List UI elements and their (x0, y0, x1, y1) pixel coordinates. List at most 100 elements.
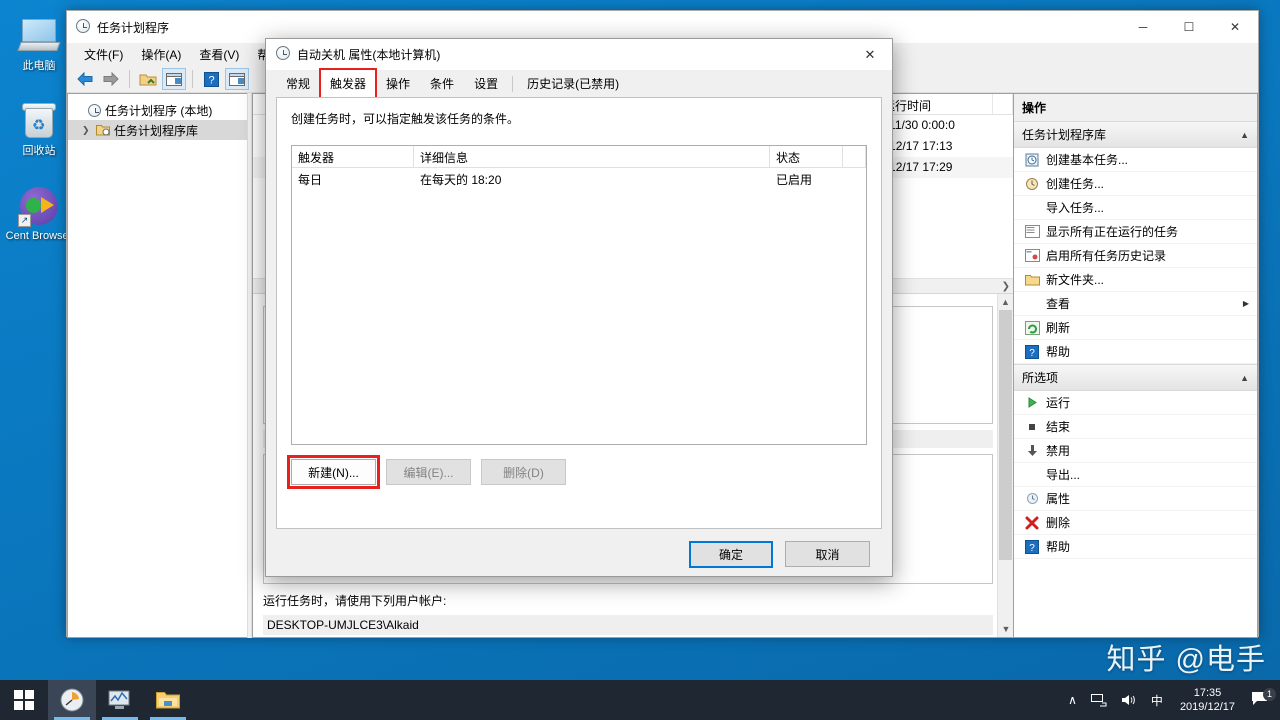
dialog-footer: 确定 取消 (266, 529, 892, 568)
action-run[interactable]: 运行 (1014, 391, 1257, 415)
action-create-basic-task[interactable]: 创建基本任务... (1014, 148, 1257, 172)
notification-badge: 1 (1263, 688, 1276, 701)
chevron-right-icon[interactable]: ❯ (82, 125, 96, 136)
action-label: 导出... (1046, 466, 1080, 483)
scroll-up-icon[interactable]: ▲ (998, 294, 1013, 310)
console-tree-pane: 任务计划程序 (本地) ❯ 任务计划程序库 (67, 93, 247, 638)
action-end[interactable]: 结束 (1014, 415, 1257, 439)
tab-triggers[interactable]: 触发器 (320, 69, 376, 98)
help-icon[interactable]: ? (199, 68, 223, 90)
menu-action[interactable]: 操作(A) (132, 43, 190, 66)
running-tasks-icon (1022, 225, 1042, 238)
scrollbar-thumb[interactable] (999, 310, 1012, 560)
tab-actions[interactable]: 操作 (376, 69, 420, 98)
delete-trigger-button: 删除(D) (481, 459, 566, 485)
dialog-title: 自动关机 属性(本地计算机) (297, 46, 440, 63)
delete-icon (1022, 516, 1042, 530)
cancel-button[interactable]: 取消 (785, 541, 870, 567)
notification-center-button[interactable]: 1 (1245, 691, 1280, 709)
system-tray: ∧ 中 17:35 2019/12/17 1 (1061, 680, 1280, 720)
action-display-all-running-tasks[interactable]: 显示所有正在运行的任务 (1014, 220, 1257, 244)
chevron-right-icon: ▶ (1243, 299, 1249, 308)
new-trigger-button[interactable]: 新建(N)... (291, 459, 376, 485)
stop-icon (1022, 421, 1042, 433)
watermark: 知乎 @电手 (1107, 636, 1267, 678)
table-row[interactable]: 每日 在每天的 18:20 已启用 (292, 168, 866, 190)
action-help-selected[interactable]: ? 帮助 (1014, 535, 1257, 559)
action-label: 创建任务... (1046, 175, 1104, 192)
show-hide-action-pane-icon[interactable] (225, 68, 249, 90)
folder-clock-icon (96, 124, 110, 136)
column-details[interactable]: 详细信息 (414, 146, 770, 167)
actions-pane-title: 操作 (1014, 94, 1257, 121)
action-label: 查看 (1046, 295, 1070, 312)
action-new-folder[interactable]: 新文件夹... (1014, 268, 1257, 292)
action-label: 帮助 (1046, 343, 1070, 360)
ok-button[interactable]: 确定 (689, 541, 773, 568)
tree-item-root[interactable]: 任务计划程序 (本地) (68, 100, 247, 120)
cell-status: 已启用 (770, 168, 843, 190)
forward-arrow-icon[interactable] (99, 68, 123, 90)
taskbar-task-scheduler[interactable] (48, 680, 96, 720)
action-label: 属性 (1046, 490, 1070, 507)
chevron-up-icon[interactable]: ▲ (1240, 373, 1249, 383)
action-label: 运行 (1046, 394, 1070, 411)
minimize-button[interactable]: ─ (1120, 11, 1166, 43)
tree-item-library[interactable]: ❯ 任务计划程序库 (68, 120, 247, 140)
edit-trigger-button: 编辑(E)... (386, 459, 471, 485)
show-hide-console-tree-icon[interactable] (162, 68, 186, 90)
account-value: DESKTOP-UMJLCE3\Alkaid (263, 615, 993, 635)
action-properties[interactable]: 属性 (1014, 487, 1257, 511)
vertical-scrollbar[interactable]: ▲ ▼ (997, 294, 1013, 637)
actions-pane: 操作 任务计划程序库 ▲ 创建基本任务... 创建任务... 导入任务... (1014, 93, 1258, 638)
help-icon: ? (1022, 540, 1042, 554)
taskbar-clock[interactable]: 17:35 2019/12/17 (1170, 686, 1245, 714)
action-label: 禁用 (1046, 442, 1070, 459)
menu-view[interactable]: 查看(V) (190, 43, 248, 66)
start-button[interactable] (0, 680, 48, 720)
up-folder-icon[interactable] (136, 68, 160, 90)
action-import-task[interactable]: 导入任务... (1014, 196, 1257, 220)
network-icon[interactable] (1084, 680, 1114, 720)
task-scheduler-icon (76, 19, 90, 36)
column-trigger[interactable]: 触发器 (292, 146, 414, 167)
back-arrow-icon[interactable] (73, 68, 97, 90)
tab-history[interactable]: 历史记录(已禁用) (517, 69, 629, 98)
action-refresh[interactable]: 刷新 (1014, 316, 1257, 340)
ime-indicator[interactable]: 中 (1144, 680, 1170, 720)
tray-chevron-icon[interactable]: ∧ (1061, 680, 1084, 720)
action-enable-all-tasks-history[interactable]: 启用所有任务历史记录 (1014, 244, 1257, 268)
taskbar-file-explorer[interactable] (144, 680, 192, 720)
column-extra (993, 94, 1013, 114)
action-export[interactable]: 导出... (1014, 463, 1257, 487)
dialog-close-button[interactable]: ✕ (848, 39, 892, 70)
help-icon: ? (1022, 345, 1042, 359)
maximize-button[interactable]: ☐ (1166, 11, 1212, 43)
taskbar-task-manager[interactable] (96, 680, 144, 720)
scroll-right-icon[interactable]: ❯ (1002, 281, 1010, 292)
create-basic-task-icon (1022, 153, 1042, 167)
disable-icon (1022, 444, 1042, 457)
action-delete[interactable]: 删除 (1014, 511, 1257, 535)
column-status[interactable]: 状态 (770, 146, 843, 167)
volume-icon[interactable] (1114, 680, 1144, 720)
dialog-tabs: 常规 触发器 操作 条件 设置 历史记录(已禁用) (266, 70, 892, 97)
tab-general[interactable]: 常规 (276, 69, 320, 98)
dialog-content: 创建任务时，可以指定触发该任务的条件。 触发器 详细信息 状态 每日 在每天的 … (276, 97, 882, 529)
actions-group-selected-header[interactable]: 所选项 ▲ (1014, 364, 1257, 391)
scroll-down-icon[interactable]: ▼ (998, 621, 1013, 637)
menu-file[interactable]: 文件(F) (75, 43, 132, 66)
action-disable[interactable]: 禁用 (1014, 439, 1257, 463)
action-create-task[interactable]: 创建任务... (1014, 172, 1257, 196)
tab-conditions[interactable]: 条件 (420, 69, 464, 98)
actions-group-library-header[interactable]: 任务计划程序库 ▲ (1014, 121, 1257, 148)
action-label: 删除 (1046, 514, 1070, 531)
tab-settings[interactable]: 设置 (464, 69, 508, 98)
action-label: 显示所有正在运行的任务 (1046, 223, 1178, 240)
chevron-up-icon[interactable]: ▲ (1240, 130, 1249, 140)
action-help[interactable]: ? 帮助 (1014, 340, 1257, 364)
create-task-icon (1022, 177, 1042, 191)
action-label: 启用所有任务历史记录 (1046, 247, 1166, 264)
close-button[interactable]: ✕ (1212, 11, 1258, 43)
action-view[interactable]: 查看 ▶ (1014, 292, 1257, 316)
